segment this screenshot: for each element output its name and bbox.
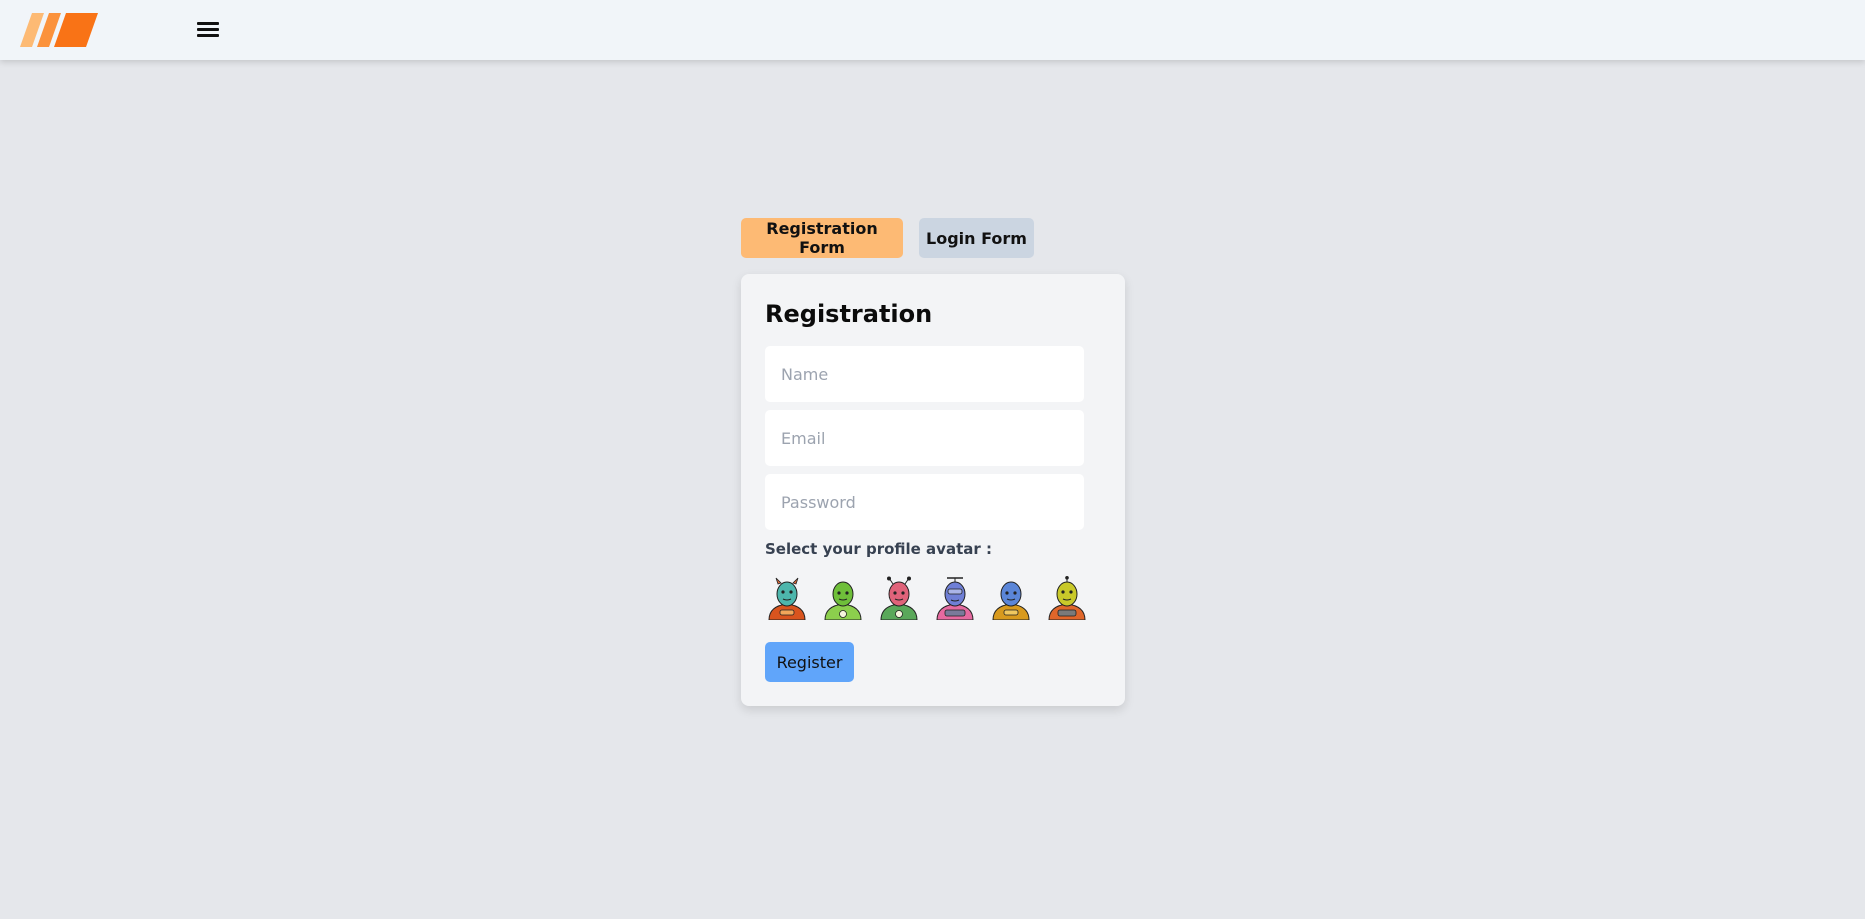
tab-registration-form[interactable]: Registration Form bbox=[741, 218, 903, 258]
teal-horned-avatar-icon[interactable] bbox=[765, 576, 809, 620]
email-field[interactable] bbox=[765, 410, 1084, 466]
blue-propeller-avatar-icon[interactable] bbox=[933, 576, 977, 620]
register-button[interactable]: Register bbox=[765, 642, 854, 682]
registration-card: Registration Select your profile avatar … bbox=[741, 274, 1125, 706]
password-field[interactable] bbox=[765, 474, 1084, 530]
hamburger-menu-icon[interactable] bbox=[194, 18, 222, 42]
avatar-picker bbox=[765, 576, 1105, 624]
tab-login-form[interactable]: Login Form bbox=[919, 218, 1034, 258]
form-title: Registration bbox=[765, 300, 933, 328]
name-field[interactable] bbox=[765, 346, 1084, 402]
avatar-select-label: Select your profile avatar : bbox=[765, 540, 992, 558]
yellow-antenna-avatar-icon[interactable] bbox=[1045, 576, 1089, 620]
pink-antenna-avatar-icon[interactable] bbox=[877, 576, 921, 620]
striped-logo-icon[interactable] bbox=[20, 13, 100, 47]
top-navbar bbox=[0, 0, 1865, 60]
green-bald-avatar-icon[interactable] bbox=[821, 576, 865, 620]
blue-bald-avatar-icon[interactable] bbox=[989, 576, 1033, 620]
